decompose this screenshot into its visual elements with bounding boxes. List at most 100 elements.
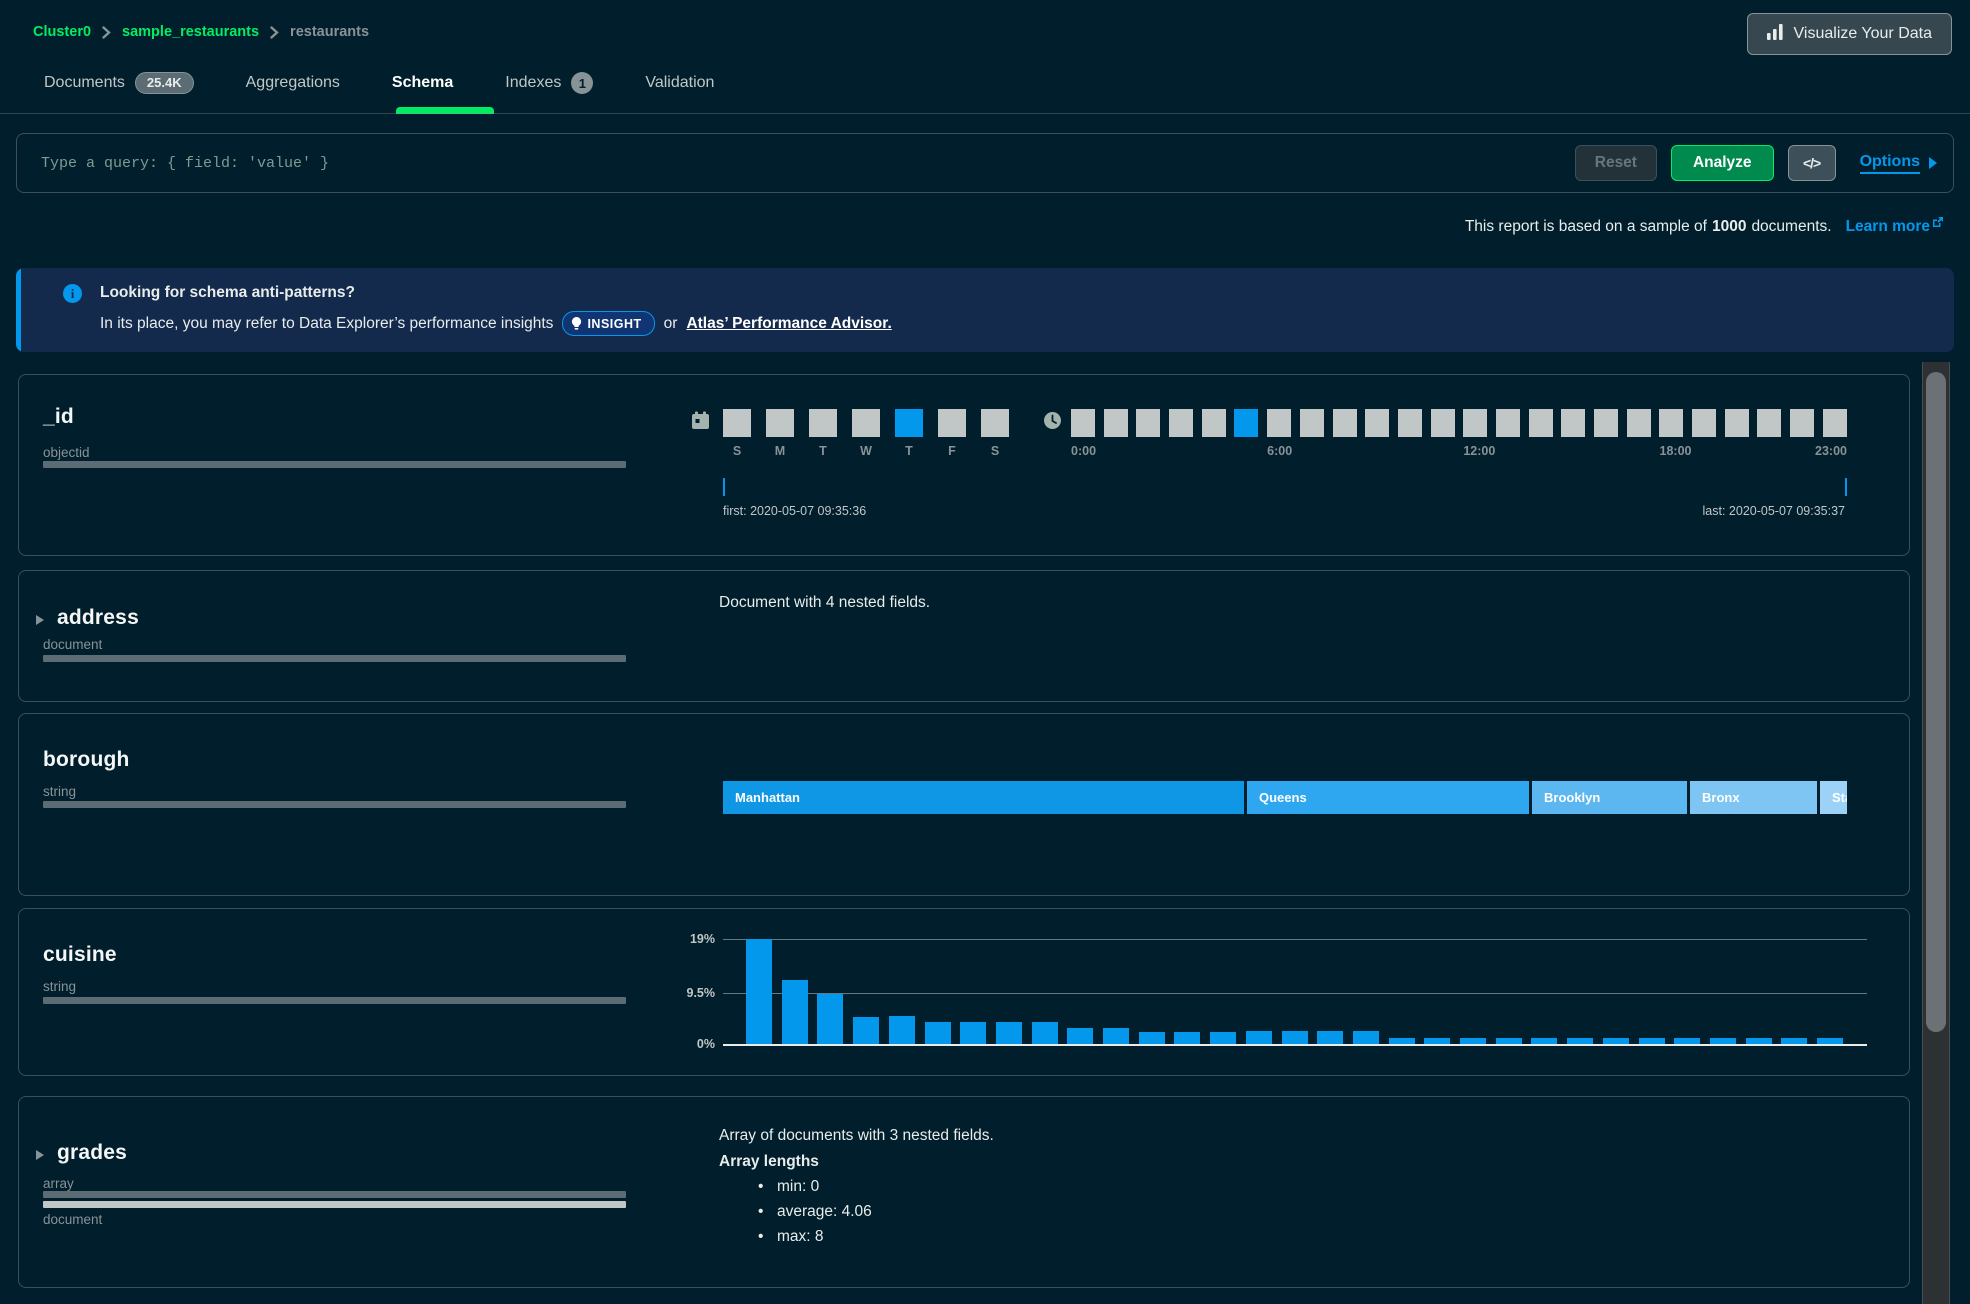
cuisine-bar[interactable] <box>1174 1032 1200 1044</box>
borough-segment[interactable]: Staten Island <box>1820 781 1847 814</box>
hour-bar[interactable] <box>1431 409 1455 437</box>
type-distribution-bar <box>43 997 626 1004</box>
cuisine-bar[interactable] <box>960 1022 986 1044</box>
cuisine-bar[interactable] <box>1817 1038 1843 1044</box>
cuisine-bar[interactable] <box>853 1017 879 1044</box>
weekday-label: T <box>905 444 913 458</box>
cuisine-bar[interactable] <box>1353 1031 1379 1044</box>
cuisine-bar[interactable] <box>817 994 843 1044</box>
hour-bar[interactable] <box>1136 409 1160 437</box>
cuisine-bar[interactable] <box>996 1022 1022 1044</box>
breadcrumb-cluster[interactable]: Cluster0 <box>33 24 91 40</box>
field-subtype-grades: document <box>43 1212 102 1227</box>
cuisine-bar[interactable] <box>1710 1038 1736 1044</box>
cuisine-bar[interactable] <box>782 980 808 1044</box>
hour-bar[interactable] <box>1104 409 1128 437</box>
hour-bar[interactable] <box>1627 409 1651 437</box>
cuisine-bar[interactable] <box>1496 1038 1522 1044</box>
hour-bar[interactable] <box>1757 409 1781 437</box>
cuisine-bar[interactable] <box>1282 1031 1308 1044</box>
cuisine-bar[interactable] <box>1567 1038 1593 1044</box>
cuisine-bar[interactable] <box>1139 1032 1165 1044</box>
hour-bar[interactable] <box>1659 409 1683 437</box>
hour-bar[interactable] <box>1234 409 1258 437</box>
weekday-histogram: SMTWTFS <box>723 409 1009 458</box>
weekday-bar[interactable] <box>809 409 837 437</box>
documents-count-badge: 25.4K <box>135 72 194 94</box>
hour-bar[interactable] <box>1398 409 1422 437</box>
cuisine-bar[interactable] <box>889 1016 915 1044</box>
hour-bar[interactable] <box>1725 409 1749 437</box>
weekday-label: F <box>948 444 956 458</box>
cuisine-bar[interactable] <box>746 939 772 1044</box>
borough-segment[interactable]: Queens <box>1247 781 1529 814</box>
borough-segment[interactable]: Bronx <box>1690 781 1817 814</box>
hour-bar[interactable] <box>1561 409 1585 437</box>
cuisine-bar[interactable] <box>1246 1031 1272 1044</box>
expand-caret-icon[interactable] <box>36 1150 44 1160</box>
query-input[interactable] <box>39 154 1575 173</box>
tab-aggregations[interactable]: Aggregations <box>242 74 344 92</box>
cuisine-bar[interactable] <box>1317 1031 1343 1044</box>
hour-bar[interactable] <box>1202 409 1226 437</box>
visualize-your-data-button[interactable]: Visualize Your Data <box>1747 13 1952 55</box>
hour-bar[interactable] <box>1333 409 1357 437</box>
cuisine-bar[interactable] <box>1639 1038 1665 1044</box>
hour-bar[interactable] <box>1594 409 1618 437</box>
weekday-bar[interactable] <box>981 409 1009 437</box>
cuisine-bar[interactable] <box>1603 1038 1629 1044</box>
weekday-bar[interactable] <box>723 409 751 437</box>
hour-bar[interactable] <box>1365 409 1389 437</box>
analyze-button[interactable]: Analyze <box>1671 145 1774 181</box>
banner-or-text: or <box>664 315 678 333</box>
tab-documents[interactable]: Documents 25.4K <box>40 72 198 94</box>
tab-indexes[interactable]: Indexes 1 <box>501 72 597 94</box>
cuisine-bar[interactable] <box>1531 1038 1557 1044</box>
weekday-bar[interactable] <box>895 409 923 437</box>
learn-more-link[interactable]: Learn more <box>1846 218 1944 236</box>
weekday-bar[interactable] <box>766 409 794 437</box>
borough-segment[interactable]: Manhattan <box>723 781 1244 814</box>
hour-bar[interactable] <box>1169 409 1193 437</box>
weekday-cell: W <box>852 409 880 458</box>
cuisine-bar[interactable] <box>1067 1028 1093 1044</box>
nested-fields-description: Document with 4 nested fields. <box>719 594 930 612</box>
cuisine-bar[interactable] <box>1424 1038 1450 1044</box>
cuisine-bar[interactable] <box>1032 1022 1058 1044</box>
weekday-bar[interactable] <box>938 409 966 437</box>
cuisine-bar[interactable] <box>1389 1038 1415 1044</box>
cuisine-bar[interactable] <box>1674 1038 1700 1044</box>
hour-bar[interactable] <box>1692 409 1716 437</box>
schema-page: Cluster0 sample_restaurants restaurants … <box>0 0 1970 1304</box>
hour-bar[interactable] <box>1496 409 1520 437</box>
cuisine-bar[interactable] <box>1210 1032 1236 1044</box>
hour-bar[interactable] <box>1071 409 1095 437</box>
hour-axis-tick: 6:00 <box>1267 444 1292 458</box>
hour-bar[interactable] <box>1790 409 1814 437</box>
breadcrumb-database[interactable]: sample_restaurants <box>122 24 259 40</box>
cuisine-bar[interactable] <box>1103 1028 1129 1044</box>
scrollbar-thumb[interactable] <box>1926 372 1946 1032</box>
performance-advisor-link[interactable]: Atlas’ Performance Advisor. <box>686 315 891 333</box>
hour-bar[interactable] <box>1823 409 1847 437</box>
visualize-button-label: Visualize Your Data <box>1794 25 1932 43</box>
reset-button[interactable]: Reset <box>1575 145 1657 181</box>
weekday-cell: F <box>938 409 966 458</box>
tab-validation[interactable]: Validation <box>641 74 718 92</box>
cuisine-bar[interactable] <box>1460 1038 1486 1044</box>
weekday-bar[interactable] <box>852 409 880 437</box>
options-link[interactable]: Options <box>1860 153 1937 174</box>
code-toggle-button[interactable]: </> <box>1788 145 1836 181</box>
weekday-cell: S <box>981 409 1009 458</box>
hour-bar[interactable] <box>1267 409 1291 437</box>
hour-bar[interactable] <box>1463 409 1487 437</box>
cuisine-bar[interactable] <box>1781 1038 1807 1044</box>
hour-bar[interactable] <box>1300 409 1324 437</box>
expand-caret-icon[interactable] <box>36 615 44 625</box>
cuisine-bar[interactable] <box>925 1022 951 1044</box>
hour-bar[interactable] <box>1529 409 1553 437</box>
cuisine-bar[interactable] <box>1746 1038 1772 1044</box>
borough-segment[interactable]: Brooklyn <box>1532 781 1687 814</box>
tab-schema[interactable]: Schema <box>388 74 457 92</box>
scrollbar-track[interactable] <box>1922 362 1950 1304</box>
